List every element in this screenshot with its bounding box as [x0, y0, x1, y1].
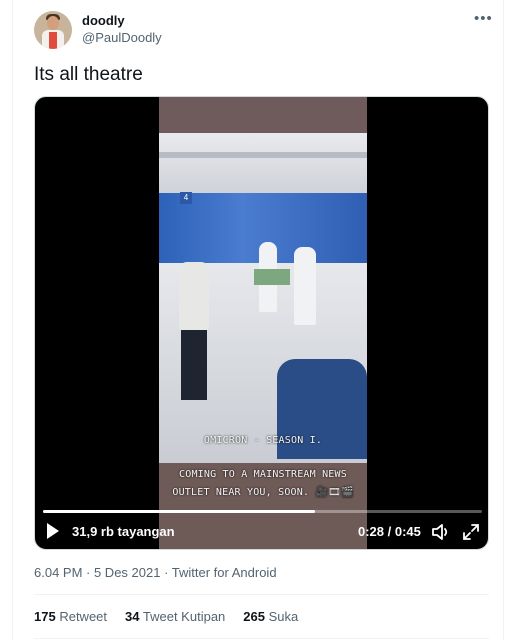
tweet-timestamp[interactable]: 6.04 PM · 5 Des 2021 · Twitter for Andro…: [34, 565, 277, 580]
fullscreen-icon[interactable]: [462, 523, 480, 541]
avatar-head: [47, 16, 59, 30]
caption-line-1: OMICRON - SEASON I.: [203, 435, 323, 446]
cameraman-legs: [181, 330, 207, 400]
avatar-stripe: [49, 32, 57, 49]
quote-stat[interactable]: 34 Tweet Kutipan: [125, 609, 225, 624]
cameraman-torso: [179, 262, 209, 330]
caption-emoji: 🎥🎞🎬: [315, 487, 354, 498]
divider: [34, 594, 489, 595]
tweet-text: Its all theatre: [34, 64, 143, 85]
like-label: Suka: [268, 609, 299, 624]
author-handle[interactable]: @PaulDoodly: [82, 30, 162, 45]
user-avatar[interactable]: [34, 11, 72, 49]
cameraman-figure: [173, 262, 217, 412]
retweet-label: Retweet: [59, 609, 108, 624]
like-stat[interactable]: 265 Suka: [243, 609, 298, 624]
play-icon[interactable]: [47, 523, 59, 539]
ceiling-pipes: [159, 152, 367, 158]
ppe-figure: [294, 247, 316, 325]
caption-line-3: OUTLET NEAR YOU, SOON. 🎥🎞🎬: [159, 487, 367, 498]
like-count: 265: [243, 609, 265, 624]
divider: [34, 638, 489, 639]
video-time: 0:28 / 0:45: [358, 524, 421, 539]
ceiling: [159, 133, 367, 193]
quote-label: Tweet Kutipan: [142, 609, 226, 624]
ward-sign: 4: [180, 192, 192, 204]
hospital-bed: [254, 269, 290, 285]
progress-bar[interactable]: [43, 510, 482, 513]
quote-count: 34: [125, 609, 140, 624]
retweet-stat[interactable]: 175 Retweet: [34, 609, 107, 624]
video-top-band: [159, 97, 367, 133]
video-player[interactable]: 4 OMICRON - SEASON I. COMING TO A MAINST…: [34, 96, 489, 550]
caption-line-3-text: OUTLET NEAR YOU, SOON.: [172, 487, 310, 498]
video-controls: 31,9 rb tayangan 0:28 / 0:45: [35, 501, 488, 549]
volume-icon[interactable]: [431, 523, 451, 541]
progress-fill: [43, 510, 316, 513]
view-count: 31,9 rb tayangan: [72, 524, 175, 539]
caption-line-2: COMING TO A MAINSTREAM NEWS: [179, 469, 347, 480]
video-frame: 4 OMICRON - SEASON I. COMING TO A MAINST…: [159, 97, 367, 549]
author-display-name[interactable]: doodly: [82, 13, 125, 28]
ellipsis-icon[interactable]: •••: [474, 10, 493, 27]
retweet-count: 175: [34, 609, 56, 624]
engagement-stats: 175 Retweet 34 Tweet Kutipan 265 Suka: [34, 609, 298, 624]
